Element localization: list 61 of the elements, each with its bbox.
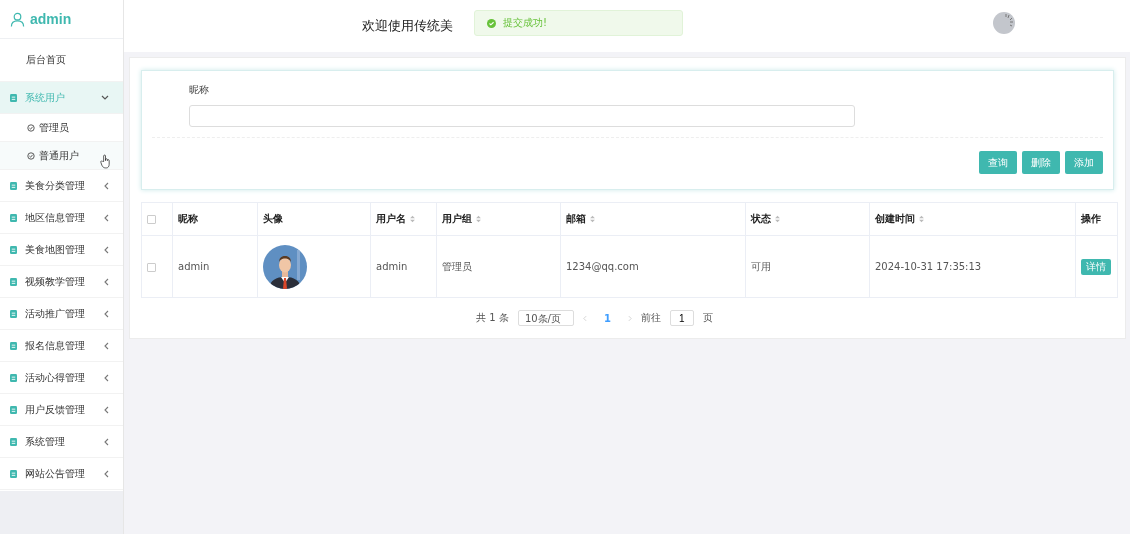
next-page-icon[interactable] xyxy=(627,314,632,322)
menu-item[interactable]: 报名信息管理 xyxy=(0,330,123,362)
page-size-select[interactable]: 10条/页 xyxy=(517,310,574,326)
username: admin xyxy=(30,11,72,27)
check-circle-icon xyxy=(27,151,35,160)
submenu-item[interactable]: 普通用户 xyxy=(0,142,123,170)
document-icon xyxy=(10,373,17,382)
document-icon xyxy=(10,469,17,478)
document-icon xyxy=(10,405,17,414)
row-checkbox[interactable] xyxy=(147,262,156,272)
table-cell: 2024-10-31 17:35:13 xyxy=(875,261,982,272)
column-header: 昵称 xyxy=(178,213,198,224)
user-icon xyxy=(10,11,25,27)
select-all-checkbox[interactable] xyxy=(147,215,156,224)
column-header: 用户组 xyxy=(442,213,472,224)
toast-message: 提交成功! xyxy=(503,16,547,30)
sort-icon[interactable] xyxy=(590,215,595,223)
table-cell: 管理员 xyxy=(442,260,472,272)
sort-icon[interactable] xyxy=(410,215,415,223)
document-icon xyxy=(10,341,17,350)
menu-item[interactable]: 活动推广管理 xyxy=(0,298,123,330)
document-icon xyxy=(10,213,17,222)
menu-item[interactable]: 美食地图管理 xyxy=(0,234,123,266)
nickname-field[interactable] xyxy=(189,105,855,127)
table-cell: admin xyxy=(376,261,408,272)
menu-item[interactable]: 地区信息管理 xyxy=(0,202,123,234)
document-icon xyxy=(10,277,17,286)
column-header: 创建时间 xyxy=(875,213,915,224)
menu-item[interactable]: 用户反馈管理 xyxy=(0,394,123,426)
total-count: 共 1 条 xyxy=(476,311,509,325)
menu-item[interactable]: 系统管理 xyxy=(0,426,123,458)
document-icon xyxy=(10,245,17,254)
document-icon xyxy=(10,309,17,318)
page-suffix: 页 xyxy=(702,311,713,325)
column-header: 状态 xyxy=(751,213,771,224)
hand-cursor-icon xyxy=(100,154,111,169)
document-icon xyxy=(10,181,17,190)
menu-item[interactable]: 活动心得管理 xyxy=(0,362,123,394)
menu-item[interactable]: 美食分类管理 xyxy=(0,170,123,202)
field-label: 昵称 xyxy=(189,83,210,97)
column-header: 邮箱 xyxy=(566,213,586,224)
document-icon xyxy=(10,437,17,446)
menu-item[interactable]: 视频教学管理 xyxy=(0,266,123,298)
column-header: 头像 xyxy=(263,213,283,224)
sort-icon[interactable] xyxy=(919,215,924,223)
table-cell: 可用 xyxy=(751,260,771,272)
avatar-icon[interactable] xyxy=(993,12,1015,34)
column-header: 操作 xyxy=(1081,213,1101,224)
table-cell: 1234@qq.com xyxy=(566,261,639,272)
previous-page-icon[interactable] xyxy=(582,314,587,322)
table-cell: admin xyxy=(178,261,210,272)
page-input[interactable]: 1 xyxy=(669,310,694,326)
sort-icon[interactable] xyxy=(476,215,481,223)
goto-label: 前往 xyxy=(640,311,661,325)
sort-icon[interactable] xyxy=(775,215,780,223)
success-icon xyxy=(487,18,496,28)
page-title: 欢迎使用传统美 xyxy=(362,17,453,35)
document-icon xyxy=(10,93,17,102)
column-header: 用户名 xyxy=(376,213,406,224)
check-circle-icon xyxy=(27,123,35,132)
menu-item[interactable]: 网站公告管理 xyxy=(0,458,123,490)
